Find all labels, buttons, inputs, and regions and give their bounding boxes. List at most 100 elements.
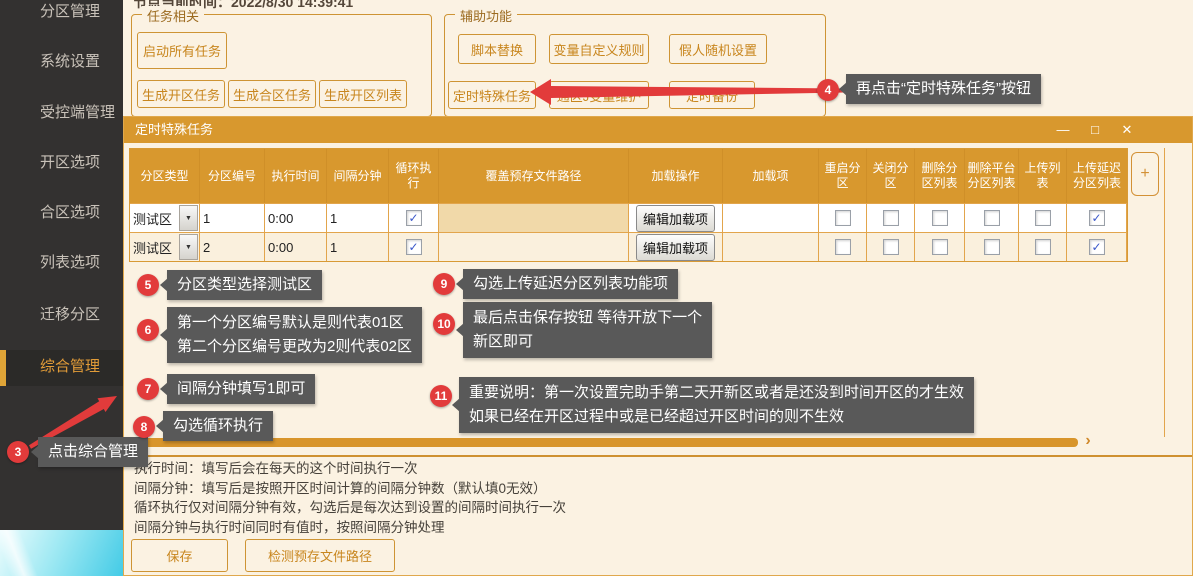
sidebar-item-migrate-partition[interactable]: 迁移分区 [0, 298, 123, 332]
col-partition-type: 分区类型 [130, 149, 200, 203]
step-badge: 4 [817, 79, 839, 101]
timed-backup-button[interactable]: 定时备份 [669, 81, 755, 109]
task-group-box: 任务相关 启动所有任务 生成开区任务 生成合区任务 生成开区列表 [131, 14, 432, 117]
upload-list-checkbox[interactable] [1035, 239, 1051, 255]
upload-delay-partition-list-checkbox[interactable]: ✓ [1089, 210, 1105, 226]
col-interval-minutes: 间隔分钟 [327, 149, 389, 203]
table-header-row: 分区类型 分区编号 执行时间 间隔分钟 循环执行 覆盖预存文件路径 加载操作 加… [130, 149, 1127, 203]
exec-time-cell[interactable]: 0:00 [265, 203, 327, 232]
partition-type-value: 测试区 [130, 233, 178, 261]
load-item-cell[interactable] [723, 203, 819, 232]
sidebar-item-controlled-manage[interactable]: 受控端管理 [0, 96, 123, 130]
delete-platform-partition-list-checkbox[interactable] [984, 239, 1000, 255]
help-notes: 执行时间：填写后会在每天的这个时间执行一次 间隔分钟：填写后是按照开区时间计算的… [134, 459, 566, 537]
col-delete-platform-partition-list: 删除平台分区列表 [965, 149, 1019, 203]
fake-player-random-button[interactable]: 假人随机设置 [669, 34, 767, 64]
partition-type-dropdown[interactable]: 测试区 ▼ [130, 233, 199, 261]
start-all-tasks-button[interactable]: 启动所有任务 [137, 32, 227, 69]
partition-number-cell[interactable]: 2 [200, 232, 265, 261]
col-restart-partition: 重启分区 [819, 149, 867, 203]
step-badge: 6 [137, 319, 159, 341]
aux-group-title: 辅助功能 [455, 6, 517, 25]
sidebar-item-system-settings[interactable]: 系统设置 [0, 45, 123, 79]
sidebar-item-list-options[interactable]: 列表选项 [0, 246, 123, 280]
col-close-partition: 关闭分区 [867, 149, 915, 203]
task-table: 分区类型 分区编号 执行时间 间隔分钟 循环执行 覆盖预存文件路径 加载操作 加… [129, 148, 1128, 262]
horizontal-scrollbar-thumb[interactable] [138, 438, 1078, 447]
sidebar-item-general-manage[interactable]: 综合管理 [0, 350, 123, 386]
note-line: 执行时间：填写后会在每天的这个时间执行一次 [134, 459, 566, 479]
delete-platform-partition-list-checkbox[interactable] [984, 210, 1000, 226]
step-badge: 7 [137, 378, 159, 400]
check-preset-path-button[interactable]: 检测预存文件路径 [245, 539, 395, 572]
loop-exec-checkbox[interactable]: ✓ [406, 210, 422, 226]
exec-time-cell[interactable]: 0:00 [265, 232, 327, 261]
chevron-down-icon[interactable]: ▼ [179, 205, 198, 231]
step-badge: 11 [430, 385, 452, 407]
upload-delay-partition-list-checkbox[interactable]: ✓ [1089, 239, 1105, 255]
variable-custom-rule-button[interactable]: 变量自定义规则 [549, 34, 649, 64]
minimize-icon[interactable]: — [1049, 117, 1077, 143]
partition-type-dropdown[interactable]: 测试区 ▼ [130, 204, 199, 232]
close-icon[interactable]: ✕ [1113, 117, 1141, 143]
add-row-button[interactable]: + [1131, 152, 1159, 196]
chevron-down-icon[interactable]: ▼ [179, 234, 198, 260]
dialog-titlebar[interactable]: 定时特殊任务 — □ ✕ [124, 117, 1192, 143]
preset-file-path-cell[interactable] [439, 203, 629, 232]
upload-list-checkbox[interactable] [1035, 210, 1051, 226]
edit-load-item-button[interactable]: 编辑加载项 [636, 205, 715, 232]
edit-load-item-button[interactable]: 编辑加载项 [636, 234, 715, 261]
restart-partition-checkbox[interactable] [835, 210, 851, 226]
table-row: 测试区 ▼ 2 0:00 1 ✓ 编辑加载项 ✓ [130, 232, 1127, 261]
note-line: 间隔分钟：填写后是按照开区时间计算的间隔分钟数（默认填0无效） [134, 479, 566, 499]
callout-important-note: 重要说明：第一次设置完助手第二天开新区或者是还没到时间开区的才生效 如果已经在开… [459, 377, 974, 433]
callout-partition-number-note: 第一个分区编号默认是则代表01区 第二个分区编号更改为2则代表02区 [167, 307, 422, 363]
step-badge: 8 [133, 416, 155, 438]
callout-interval-fill-one: 间隔分钟填写1即可 [167, 374, 315, 404]
scroll-right-icon[interactable]: › [1082, 433, 1094, 449]
delete-partition-list-checkbox[interactable] [932, 239, 948, 255]
task-group-title: 任务相关 [142, 6, 204, 25]
timed-special-task-button[interactable]: 定时特殊任务 [448, 81, 536, 109]
col-load-operation: 加载操作 [629, 149, 723, 203]
maximize-icon[interactable]: □ [1081, 117, 1109, 143]
script-replace-button[interactable]: 脚本替换 [458, 34, 536, 64]
close-partition-checkbox[interactable] [883, 210, 899, 226]
generate-open-task-button[interactable]: 生成开区任务 [137, 80, 225, 108]
preset-file-path-cell[interactable] [439, 232, 629, 261]
aux-group-box: 辅助功能 脚本替换 变量自定义规则 假人随机设置 定时特殊任务 通区J变量维护 … [444, 14, 826, 117]
note-line: 循环执行仅对间隔分钟有效，勾选后是每次达到设置的间隔时间执行一次 [134, 498, 566, 518]
close-partition-checkbox[interactable] [883, 239, 899, 255]
separator-line [124, 455, 1192, 457]
partition-type-value: 测试区 [130, 204, 178, 232]
save-button[interactable]: 保存 [131, 539, 228, 572]
col-loop-exec: 循环执行 [389, 149, 439, 203]
step-badge: 3 [7, 441, 29, 463]
step-badge: 5 [137, 274, 159, 296]
interval-minutes-cell[interactable]: 1 [327, 203, 389, 232]
col-delete-partition-list: 删除分区列表 [915, 149, 965, 203]
dialog-title: 定时特殊任务 [135, 117, 213, 143]
col-upload-list: 上传列表 [1019, 149, 1067, 203]
sidebar-item-open-options[interactable]: 开区选项 [0, 146, 123, 180]
sidebar-item-partition-manage[interactable]: 分区管理 [0, 0, 123, 29]
restart-partition-checkbox[interactable] [835, 239, 851, 255]
load-item-cell[interactable] [723, 232, 819, 261]
col-preset-file-path: 覆盖预存文件路径 [439, 149, 629, 203]
col-exec-time: 执行时间 [265, 149, 327, 203]
callout-select-test-partition: 分区类型选择测试区 [167, 270, 322, 300]
partition-number-cell[interactable]: 1 [200, 203, 265, 232]
loop-exec-checkbox[interactable]: ✓ [406, 239, 422, 255]
callout-click-general-manage: 点击综合管理 [38, 437, 148, 467]
delete-partition-list-checkbox[interactable] [932, 210, 948, 226]
note-line: 间隔分钟与执行时间同时有值时，按照间隔分钟处理 [134, 518, 566, 538]
callout-check-upload-delay: 勾选上传延迟分区列表功能项 [463, 269, 678, 299]
table-row: 测试区 ▼ 1 0:00 1 ✓ 编辑加载项 ✓ [130, 203, 1127, 232]
generate-open-list-button[interactable]: 生成开区列表 [319, 80, 407, 108]
generate-merge-task-button[interactable]: 生成合区任务 [228, 80, 316, 108]
j-variable-maintain-button[interactable]: 通区J变量维护 [549, 81, 649, 109]
col-upload-delay-partition-list: 上传延迟分区列表 [1067, 149, 1127, 203]
col-partition-number: 分区编号 [200, 149, 265, 203]
sidebar-item-merge-options[interactable]: 合区选项 [0, 196, 123, 230]
interval-minutes-cell[interactable]: 1 [327, 232, 389, 261]
